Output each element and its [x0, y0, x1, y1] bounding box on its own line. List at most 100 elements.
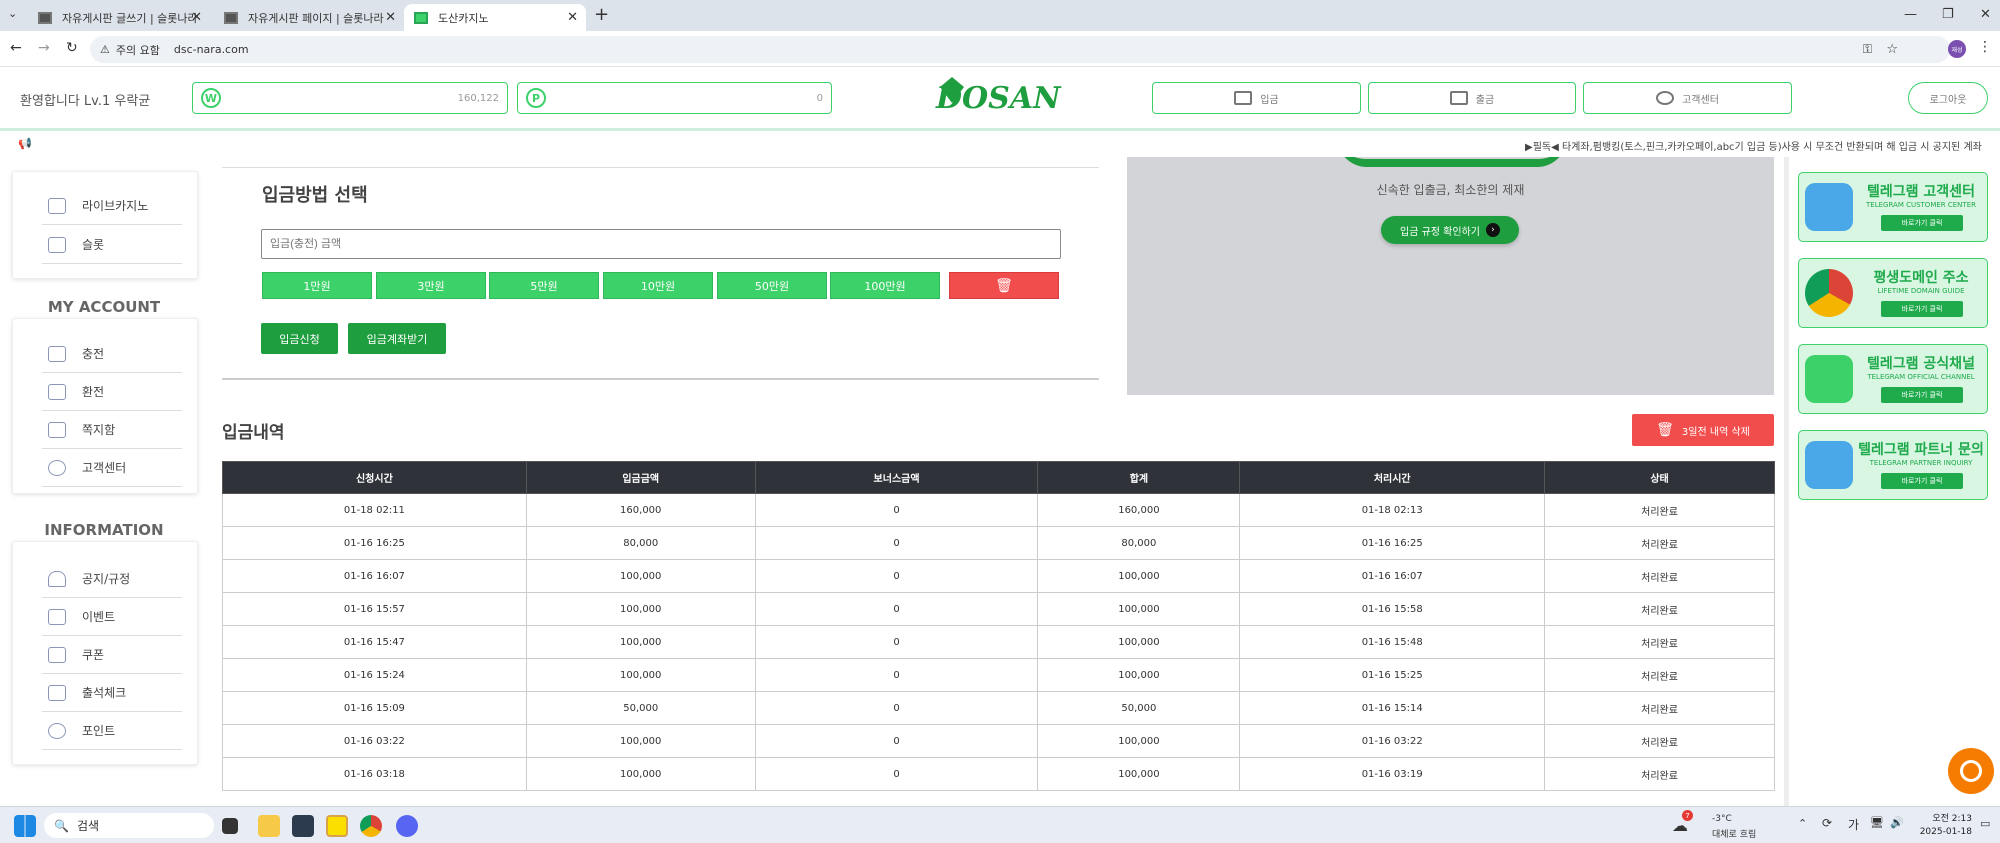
table-cell: 50,000 [525, 691, 756, 725]
table-cell: 100,000 [525, 724, 756, 758]
sidebar-item-support[interactable]: 고객센터 [42, 449, 182, 487]
amount-3man-button[interactable]: 3만원 [376, 272, 486, 299]
minimize-button[interactable]: — [1904, 7, 1917, 22]
app-icon[interactable] [292, 815, 314, 837]
promo-lifetime-domain[interactable]: 평생도메인 주소 LIFETIME DOMAIN GUIDE 바로가기 클릭 [1798, 258, 1988, 328]
table-cell: 80,000 [1037, 526, 1241, 560]
notice-text[interactable]: ▶필독◀ 타계좌,펌뱅킹(토스,핀크,카카오페이,abc기 입금 등)사용 시 … [1525, 138, 1990, 153]
amount-10man-button[interactable]: 10만원 [603, 272, 713, 299]
url-text[interactable]: dsc-nara.com [174, 43, 249, 56]
new-tab-button[interactable]: + [594, 4, 609, 25]
sidebar-item-coupon[interactable]: 쿠폰 [42, 636, 182, 674]
support-button[interactable]: 고객센터 [1583, 82, 1792, 114]
get-deposit-account-button[interactable]: 입금계좌받기 [348, 323, 446, 354]
col-request-time[interactable]: 신청시간 [222, 461, 527, 494]
close-tab-icon[interactable]: ✕ [567, 10, 578, 25]
sidebar-item-notice[interactable]: 공지/규정 [42, 560, 182, 598]
clear-amount-button[interactable]: 🗑 [949, 272, 1059, 299]
close-tab-icon[interactable]: ✕ [385, 10, 396, 25]
chrome-taskbar-icon[interactable] [360, 815, 382, 837]
sidebar-item-exchange[interactable]: 환전 [42, 373, 182, 411]
promo-telegram-channel[interactable]: 텔레그램 공식채널 TELEGRAM OFFICIAL CHANNEL 바로가기… [1798, 344, 1988, 414]
sidebar-item-messages[interactable]: 쪽지함 [42, 411, 182, 449]
promo-go-button[interactable]: 바로가기 클릭 [1881, 301, 1963, 317]
sidebar-item-event[interactable]: 이벤트 [42, 598, 182, 636]
menu-kebab-icon[interactable]: ⋮ [1978, 39, 1992, 55]
scrollbar-track[interactable] [1784, 157, 1789, 806]
col-deposit-amount[interactable]: 입금금액 [525, 461, 756, 494]
clock[interactable]: 오전 2:13 2025-01-18 [1912, 811, 1972, 837]
volume-icon[interactable]: 🔊 [1890, 816, 1904, 829]
sidebar-item-point[interactable]: 포인트 [42, 712, 182, 750]
chat-support-button[interactable] [1948, 748, 1994, 794]
close-window-button[interactable]: ✕ [1980, 7, 1991, 22]
tray-chevron-icon[interactable]: ⌃ [1798, 817, 1807, 830]
discord-icon[interactable] [396, 815, 418, 837]
deposit-rules-button[interactable]: 입금 규정 확인하기 › [1381, 216, 1519, 244]
sync-icon[interactable]: ⟳ [1822, 816, 1832, 830]
wallet-balance: 160,122 [457, 92, 499, 104]
slot-machine-icon [48, 236, 66, 253]
weather-widget[interactable]: ☁ 7 -3°C 대체로 흐림 [1672, 810, 1772, 840]
clock-time: 오전 2:13 [1932, 814, 1972, 824]
logout-button[interactable]: 로그아웃 [1908, 82, 1988, 114]
wallet-icon [48, 345, 66, 362]
amount-50man-button[interactable]: 50만원 [717, 272, 827, 299]
promo-telegram-support[interactable]: 텔레그램 고객센터 TELEGRAM CUSTOMER CENTER 바로가기 … [1798, 172, 1988, 242]
network-icon[interactable]: 🖥 [1870, 816, 1884, 829]
table-header-row: 신청시간 입금금액 보너스금액 합계 처리시간 상태 [222, 461, 1775, 494]
forward-icon[interactable]: → [38, 40, 50, 56]
promo-telegram-partner[interactable]: 텔레그램 파트너 문의 TELEGRAM PARTNER INQUIRY 바로가… [1798, 430, 1988, 500]
site-logo[interactable]: DOSAN [930, 73, 1061, 123]
promo-title: 텔레그램 공식채널 [1867, 356, 1975, 372]
task-view-icon[interactable] [222, 818, 238, 834]
bookmark-star-icon[interactable]: ☆ [1886, 42, 1898, 57]
reload-icon[interactable]: ↻ [66, 40, 78, 56]
warning-icon[interactable]: ⚠ [100, 43, 110, 56]
kakaotalk-icon[interactable] [326, 815, 348, 837]
tab-search-icon[interactable]: ⌄ [8, 7, 17, 20]
col-process-time[interactable]: 처리시간 [1239, 461, 1546, 494]
browser-tab-2[interactable]: 자유게시판 페이지 | 슬롯나라 ✕ [214, 4, 404, 31]
deposit-apply-button[interactable]: 입금신청 [261, 323, 338, 354]
table-row: 01-16 16:07 100,000 0 100,000 01-16 16:07 처리완… [222, 559, 1775, 593]
sidebar-item-charge[interactable]: 충전 [42, 335, 182, 373]
chat-bubble-icon [1960, 760, 1982, 782]
url-bar[interactable]: ⚠ 주의 요함 dsc-nara.com ⚿ ☆ [90, 36, 1950, 63]
ime-indicator[interactable]: 가 [1848, 816, 1859, 833]
key-icon[interactable]: ⚿ [1863, 42, 1872, 57]
temperature: -3°C [1712, 814, 1732, 824]
divider [222, 378, 1099, 380]
sidebar-item-attendance[interactable]: 출석체크 [42, 674, 182, 712]
table-cell: 160,000 [525, 493, 756, 527]
withdraw-button[interactable]: 출금 [1368, 82, 1576, 114]
security-label[interactable]: 주의 요함 [116, 42, 160, 58]
close-tab-icon[interactable]: ✕ [191, 10, 202, 25]
browser-tab-active[interactable]: 도산카지노 ✕ [404, 4, 586, 31]
col-total[interactable]: 합계 [1037, 461, 1241, 494]
delete-old-history-button[interactable]: 🗑 3일전 내역 삭제 [1632, 414, 1774, 446]
sidebar-item-slot[interactable]: 슬롯 [42, 226, 182, 264]
amount-1man-button[interactable]: 1만원 [262, 272, 372, 299]
notification-icon[interactable]: ▭ [1980, 817, 1990, 830]
telegram-icon [1805, 441, 1853, 489]
col-status[interactable]: 상태 [1544, 461, 1775, 494]
col-bonus-amount[interactable]: 보너스금액 [754, 461, 1039, 494]
browser-tab-1[interactable]: 자유게시판 글쓰기 | 슬롯나라 ✕ [28, 4, 210, 31]
taskbar-search[interactable]: 🔍 검색 [44, 813, 214, 838]
deposit-button[interactable]: 입금 [1152, 82, 1361, 114]
table-cell: 01-16 16:25 [1239, 526, 1546, 560]
sidebar-item-live-casino[interactable]: 라이브카지노 [42, 187, 182, 225]
amount-100man-button[interactable]: 100만원 [830, 272, 940, 299]
promo-go-button[interactable]: 바로가기 클릭 [1881, 215, 1963, 231]
chrome-icon [1805, 269, 1853, 317]
back-icon[interactable]: ← [10, 40, 22, 56]
windows-start-icon[interactable] [14, 815, 36, 837]
maximize-button[interactable]: ❐ [1942, 7, 1954, 22]
amount-5man-button[interactable]: 5만원 [489, 272, 599, 299]
promo-go-button[interactable]: 바로가기 클릭 [1881, 473, 1963, 489]
file-explorer-icon[interactable] [258, 815, 280, 837]
deposit-amount-input[interactable] [261, 229, 1061, 259]
promo-go-button[interactable]: 바로가기 클릭 [1881, 387, 1963, 403]
profile-avatar[interactable]: 재성 [1948, 40, 1966, 58]
